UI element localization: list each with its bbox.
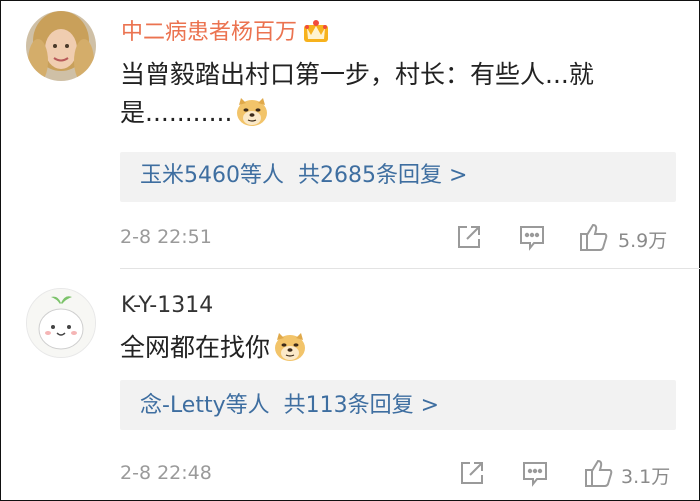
user-avatar[interactable] [26,288,96,358]
comment-text: 全网都在找你 [120,329,670,367]
replies-box[interactable]: 玉米5460等人 共2685条回复 > [120,152,676,202]
comment-text: 当曾毅踏出村口第一步，村长：有些人...就是........... [120,60,594,127]
doge-emoji-icon [235,97,269,127]
avatar-cartoon-icon [27,289,95,357]
like-count: 5.9万 [618,230,668,252]
share-icon[interactable] [458,459,486,487]
comment-divider [120,268,700,269]
vip-crown-icon [303,19,329,43]
replies-box[interactable]: 念-Letty等人 共113条回复 > [120,380,676,430]
replies-count-link[interactable]: 共2685条回复 > [298,163,467,188]
comment-icon[interactable] [518,223,546,251]
doge-emoji-icon [273,332,307,362]
comment-icon[interactable] [521,459,549,487]
user-avatar[interactable] [26,11,96,81]
avatar-portrait-icon [26,11,96,81]
like-icon[interactable] [578,221,608,251]
share-icon[interactable] [455,223,483,251]
like-icon[interactable] [583,457,613,487]
like-count: 3.1万 [621,466,671,488]
replies-from[interactable]: 念-Letty等人 [140,393,270,418]
comment-timestamp: 2-8 22:48 [120,462,212,484]
replies-count-link[interactable]: 共113条回复 > [284,393,439,418]
username[interactable]: K-Y-1314 [121,293,213,318]
comment-item: K-Y-1314 全网都在找你 念-Letty等人 共113条回复 > 2-8 2… [0,270,700,501]
username[interactable]: 中二病患者杨百万 [121,14,329,46]
comment-item: 中二病患者杨百万 当曾毅踏出村口第一步，村长：有些人...就是.........… [0,0,700,268]
comment-timestamp: 2-8 22:51 [120,226,212,248]
replies-from[interactable]: 玉米5460等人 [140,163,284,188]
